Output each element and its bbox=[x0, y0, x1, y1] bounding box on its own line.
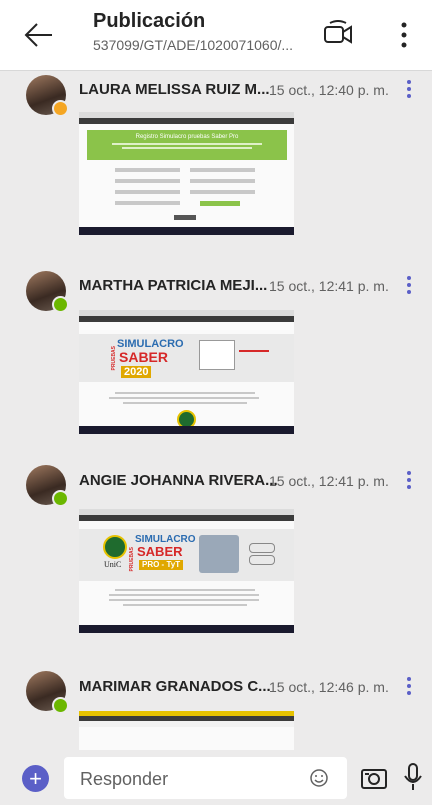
page-subtitle: 537099/GT/ADE/1020071060/... bbox=[93, 37, 294, 53]
simulacro-banner: UniC PRUEBAS SIMULACRO SABER PRO - TyT bbox=[79, 529, 294, 581]
more-vertical-icon[interactable] bbox=[404, 470, 414, 490]
more-vertical-icon[interactable] bbox=[404, 275, 414, 295]
video-call-icon[interactable] bbox=[322, 18, 354, 50]
camera-icon[interactable] bbox=[360, 766, 388, 790]
arrow-left-icon[interactable] bbox=[24, 22, 54, 48]
emoji-icon[interactable] bbox=[309, 768, 329, 788]
status-away-badge bbox=[52, 100, 69, 117]
post-item: ANGIE JOHANNA RIVERA... 15 oct., 12:41 p… bbox=[0, 460, 432, 638]
reply-input[interactable] bbox=[78, 766, 302, 792]
reply-composer: + bbox=[0, 750, 432, 805]
timestamp: 15 oct., 12:41 p. m. bbox=[269, 278, 389, 294]
status-available-badge bbox=[52, 296, 69, 313]
more-vertical-icon[interactable] bbox=[404, 676, 414, 696]
author-name[interactable]: LAURA MELISSA RUIZ M... bbox=[79, 81, 270, 98]
screenshot-attachment[interactable]: PRUEBAS SIMULACRO SABER 2020 bbox=[79, 310, 294, 434]
post-item: MARIMAR GRANADOS C... 15 oct., 12:46 p. … bbox=[0, 665, 432, 750]
reply-box bbox=[64, 757, 347, 799]
status-available-badge bbox=[52, 490, 69, 507]
screenshot-attachment[interactable] bbox=[79, 711, 294, 750]
post-item: MARTHA PATRICIA MEJI... 15 oct., 12:41 p… bbox=[0, 266, 432, 441]
plus-icon[interactable]: + bbox=[22, 765, 49, 792]
page-title: Publicación bbox=[93, 10, 206, 32]
form-banner: Registro Simulacro pruebas Saber Pro bbox=[87, 130, 287, 160]
author-name[interactable]: ANGIE JOHANNA RIVERA... bbox=[79, 472, 278, 489]
more-vertical-icon[interactable] bbox=[404, 79, 414, 99]
simulacro-banner: PRUEBAS SIMULACRO SABER 2020 bbox=[79, 334, 294, 382]
author-name[interactable]: MARIMAR GRANADOS C... bbox=[79, 678, 271, 695]
timestamp: 15 oct., 12:40 p. m. bbox=[269, 82, 389, 98]
author-name[interactable]: MARTHA PATRICIA MEJI... bbox=[79, 277, 267, 294]
timestamp: 15 oct., 12:46 p. m. bbox=[269, 679, 389, 695]
form-fields bbox=[115, 168, 255, 206]
screenshot-attachment[interactable]: UniC PRUEBAS SIMULACRO SABER PRO - TyT bbox=[79, 509, 294, 633]
microphone-icon[interactable] bbox=[403, 762, 423, 792]
post-item: LAURA MELISSA RUIZ M... 15 oct., 12:40 p… bbox=[0, 70, 432, 245]
top-bar: Publicación 537099/GT/ADE/1020071060/... bbox=[0, 0, 432, 71]
status-available-badge bbox=[52, 697, 69, 714]
more-vertical-icon[interactable] bbox=[396, 20, 412, 50]
screenshot-attachment[interactable]: Registro Simulacro pruebas Saber Pro bbox=[79, 112, 294, 235]
timestamp: 15 oct., 12:41 p. m. bbox=[269, 473, 389, 489]
